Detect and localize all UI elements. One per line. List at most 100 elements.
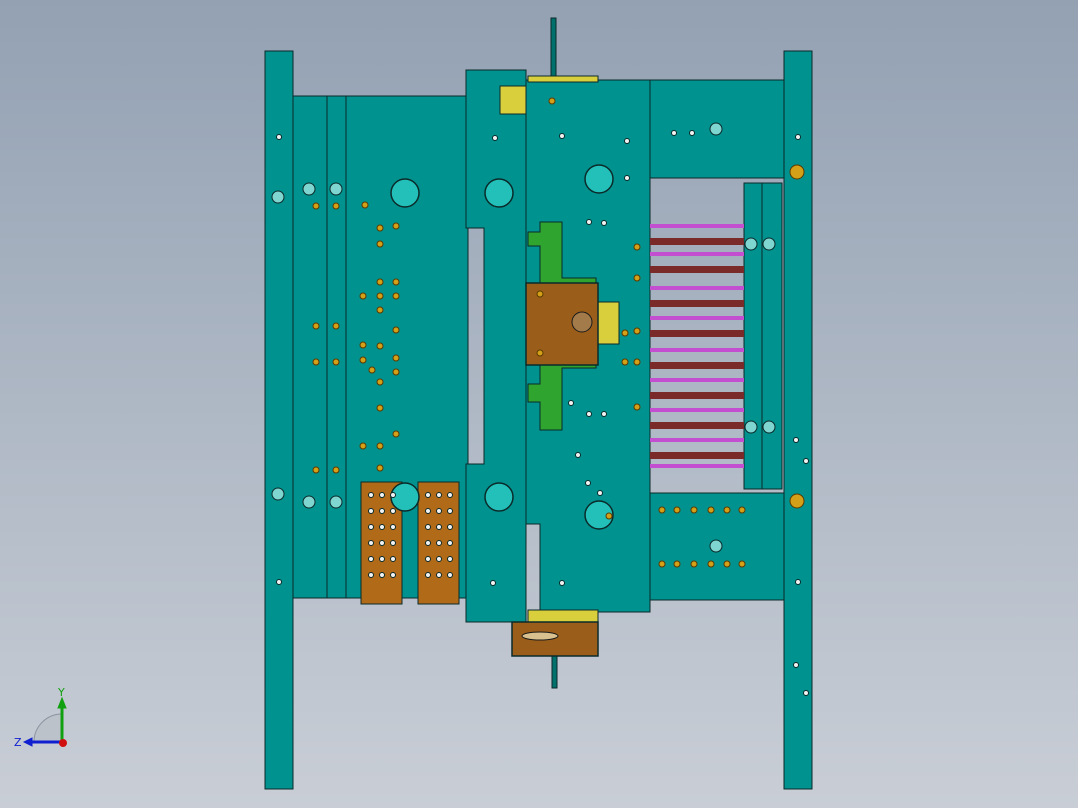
hole [359, 292, 367, 300]
hole [436, 572, 442, 578]
hole [312, 358, 320, 366]
hole [425, 572, 431, 578]
hole [379, 572, 385, 578]
stripe [650, 362, 744, 369]
stripe [650, 438, 744, 442]
hole [368, 540, 374, 546]
hole [332, 202, 340, 210]
hole [359, 442, 367, 450]
hole [390, 524, 396, 530]
hole [744, 420, 758, 434]
hole [584, 164, 614, 194]
hole [376, 404, 384, 412]
hole [536, 349, 544, 357]
hole [390, 540, 396, 546]
hole [447, 492, 453, 498]
stripe [650, 330, 744, 337]
hole [390, 556, 396, 562]
gate-slot [521, 631, 559, 641]
hole [376, 442, 384, 450]
hole [390, 508, 396, 514]
hole [329, 495, 343, 509]
stripe [650, 252, 744, 256]
stripe [650, 300, 744, 307]
hole [762, 237, 776, 251]
hole [368, 556, 374, 562]
hole [624, 175, 630, 181]
hole [597, 490, 603, 496]
hole [633, 327, 641, 335]
hole [795, 134, 801, 140]
hole [392, 222, 400, 230]
hole [738, 506, 746, 514]
cad-viewport[interactable]: Y Z [0, 0, 1078, 808]
hole [390, 572, 396, 578]
hole [671, 130, 677, 136]
hole [633, 243, 641, 251]
left-support-plate-b[interactable] [326, 95, 347, 599]
gate-block[interactable] [511, 621, 599, 657]
hole [271, 487, 285, 501]
hole [803, 690, 809, 696]
hole [376, 278, 384, 286]
stripe [650, 422, 744, 429]
hole [368, 572, 374, 578]
hole [633, 403, 641, 411]
hole [392, 354, 400, 362]
hole [548, 97, 556, 105]
hole [332, 358, 340, 366]
hole [392, 368, 400, 376]
hole [425, 540, 431, 546]
stripe [650, 378, 744, 382]
hole [376, 240, 384, 248]
hole [601, 411, 607, 417]
hole [803, 458, 809, 464]
hole [436, 556, 442, 562]
stripe [650, 266, 744, 273]
hole [621, 358, 629, 366]
hole [276, 134, 282, 140]
hole [379, 540, 385, 546]
yellow-block-top [499, 85, 527, 115]
hole [624, 138, 630, 144]
hole [689, 130, 695, 136]
hole [302, 182, 316, 196]
hole [379, 508, 385, 514]
right-strip-b[interactable] [761, 182, 783, 490]
hole [673, 560, 681, 568]
hole [329, 182, 343, 196]
hole [605, 512, 613, 520]
hole [492, 135, 498, 141]
hole [793, 662, 799, 668]
yellow-rod-top [527, 75, 599, 83]
sprue-rod-top [550, 17, 557, 83]
hole [447, 556, 453, 562]
hole [276, 579, 282, 585]
hole [709, 122, 723, 136]
hole [447, 572, 453, 578]
stripe [650, 464, 744, 468]
hole [379, 524, 385, 530]
hole [436, 492, 442, 498]
stripe [650, 452, 744, 459]
hole [392, 278, 400, 286]
left-support-plate-a[interactable] [292, 95, 328, 599]
hole [425, 556, 431, 562]
coordinate-triad-icon[interactable]: Y Z [12, 686, 82, 756]
hole [376, 378, 384, 386]
hole [633, 358, 641, 366]
left-guide-pillar[interactable] [264, 50, 294, 790]
hole [359, 341, 367, 349]
hole [633, 274, 641, 282]
slider-bolt [571, 311, 593, 333]
hole [559, 133, 565, 139]
hole [568, 400, 574, 406]
mold-assembly-model[interactable] [0, 0, 1078, 808]
right-strip-a[interactable] [743, 182, 763, 490]
hole [368, 366, 376, 374]
hole [484, 178, 514, 208]
right-guide-pillar[interactable] [783, 50, 813, 790]
hole [621, 329, 629, 337]
hole [723, 560, 731, 568]
hole [361, 201, 369, 209]
